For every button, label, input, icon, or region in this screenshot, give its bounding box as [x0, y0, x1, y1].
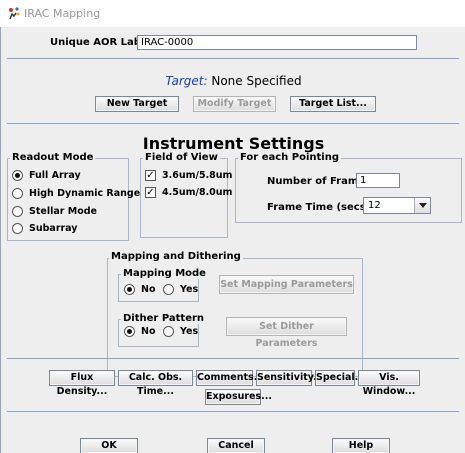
radio-icon — [12, 170, 23, 181]
comments-button[interactable]: Comments... — [196, 370, 265, 386]
flux-density-button[interactable]: Flux Density... — [49, 370, 115, 397]
frame-time-label: Frame Time (secs): — [267, 202, 375, 213]
radio-icon — [124, 284, 135, 295]
dither-pattern-no[interactable]: No — [124, 326, 155, 337]
radio-icon — [163, 326, 174, 337]
cancel-label: Cancel — [218, 440, 254, 451]
ok-button[interactable]: OK — [80, 438, 138, 453]
target-value: None Specified — [211, 74, 302, 88]
mapping-dithering-title: Mapping and Dithering — [109, 251, 243, 262]
radio-icon — [12, 206, 23, 217]
mapping-mode-yes-label: Yes — [180, 284, 199, 295]
checkbox-checked-icon: ✓ — [145, 170, 156, 181]
mapping-mode-no[interactable]: No — [124, 284, 155, 295]
new-target-label: New Target — [106, 98, 168, 109]
window-title: IRAC Mapping — [24, 7, 101, 20]
special-button[interactable]: Special... — [315, 370, 365, 386]
radio-icon — [163, 284, 174, 295]
readout-option-label: Full Array — [29, 170, 81, 181]
dither-pattern-yes[interactable]: Yes — [163, 326, 198, 337]
title-bar: IRAC Mapping — [0, 0, 465, 27]
set-mapping-parameters-button[interactable]: Set Mapping Parameters — [219, 275, 354, 294]
divider — [7, 411, 459, 412]
set-dither-label: Set Dither Parameters — [255, 321, 318, 349]
sensitivity-label: Sensitivity... — [257, 372, 324, 383]
flux-density-label: Flux Density... — [56, 372, 108, 397]
target-label: Target: — [165, 74, 208, 88]
dither-pattern-title: Dither Pattern — [121, 313, 207, 324]
divider — [7, 358, 459, 359]
calc-obs-time-label: Calc. Obs. Time... — [128, 372, 183, 397]
mapping-mode-no-label: No — [141, 284, 156, 295]
vis-window-button[interactable]: Vis. Window... — [358, 370, 420, 397]
checkbox-checked-icon: ✓ — [145, 187, 156, 198]
dither-no-label: No — [141, 326, 156, 337]
new-target-button[interactable]: New Target — [95, 96, 179, 112]
comments-label: Comments... — [197, 372, 265, 383]
target-status: Target: None Specified — [1, 74, 465, 88]
readout-option-full-array[interactable]: Full Array — [12, 170, 81, 181]
ok-label: OK — [101, 440, 117, 451]
readout-option-high-dynamic-range[interactable]: High Dynamic Range — [12, 188, 140, 199]
readout-option-stellar-mode[interactable]: Stellar Mode — [12, 206, 97, 217]
readout-option-label: Stellar Mode — [29, 206, 97, 217]
sensitivity-button[interactable]: Sensitivity... — [256, 370, 324, 386]
juggler-icon — [9, 7, 20, 20]
calc-obs-time-button[interactable]: Calc. Obs. Time... — [118, 370, 193, 397]
fov-option-label: 3.6um/5.8um — [162, 170, 233, 181]
divider — [7, 58, 459, 59]
radio-icon — [12, 223, 23, 234]
fov-option-4-5um[interactable]: ✓ 4.5um/8.0um — [145, 187, 232, 198]
modify-target-button[interactable]: Modify Target — [193, 96, 276, 112]
mapping-mode-title: Mapping Mode — [121, 268, 208, 279]
fov-option-label: 4.5um/8.0um — [162, 187, 233, 198]
dialog-body: Unique AOR Label: IRAC-0000 Target: None… — [0, 27, 465, 453]
target-list-label: Target List... — [299, 98, 367, 109]
exposures-label: Exposures... — [206, 391, 272, 402]
set-mapping-label: Set Mapping Parameters — [220, 279, 353, 290]
radio-icon — [12, 188, 23, 199]
pointing-title: For each Pointing — [238, 152, 341, 163]
help-label: Help — [348, 440, 374, 451]
chevron-down-icon[interactable] — [414, 198, 430, 213]
dither-yes-label: Yes — [180, 326, 199, 337]
instrument-settings-heading: Instrument Settings — [142, 134, 325, 153]
cancel-button[interactable]: Cancel — [207, 438, 265, 453]
field-of-view-title: Field of View — [143, 152, 220, 163]
divider — [7, 123, 459, 124]
exposures-button[interactable]: Exposures... — [205, 389, 272, 405]
frame-time-select[interactable]: 12 — [363, 197, 431, 214]
readout-option-subarray[interactable]: Subarray — [12, 223, 78, 234]
target-list-button[interactable]: Target List... — [290, 96, 376, 112]
vis-window-label: Vis. Window... — [362, 372, 416, 397]
mapping-mode-yes[interactable]: Yes — [163, 284, 198, 295]
frame-time-value: 12 — [368, 200, 381, 211]
modify-target-label: Modify Target — [197, 98, 272, 109]
help-button[interactable]: Help — [332, 438, 390, 453]
frames-input[interactable]: 1 — [356, 173, 400, 188]
readout-option-label: High Dynamic Range — [29, 188, 141, 199]
readout-mode-title: Readout Mode — [10, 152, 96, 163]
readout-option-label: Subarray — [29, 223, 78, 234]
aor-label-input[interactable]: IRAC-0000 — [137, 35, 417, 50]
fov-option-3-6um[interactable]: ✓ 3.6um/5.8um — [145, 170, 232, 181]
radio-icon — [124, 326, 135, 337]
set-dither-parameters-button[interactable]: Set Dither Parameters — [226, 317, 347, 349]
